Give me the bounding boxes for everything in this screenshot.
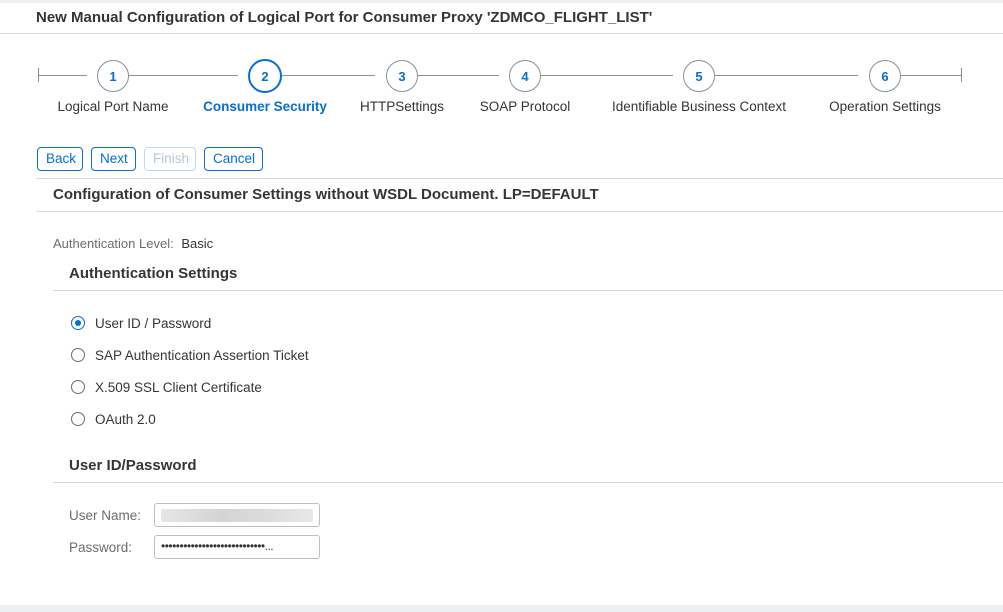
step-3-label[interactable]: HTTPSettings: [360, 99, 444, 114]
roadmap-line: [901, 75, 961, 76]
back-button[interactable]: Back: [37, 147, 83, 171]
authentication-level-value: Basic: [181, 236, 214, 251]
user-id-password-title: User ID/Password: [69, 457, 197, 474]
dialog-title: New Manual Configuration of Logical Port…: [36, 9, 653, 26]
radio-label: OAuth 2.0: [95, 411, 156, 427]
next-button[interactable]: Next: [91, 147, 136, 171]
username-input[interactable]: [154, 503, 320, 527]
wizard-roadmap: 1 2 3 4 5 6 Logical Port Name Consumer S…: [0, 55, 1003, 125]
step-4-circle[interactable]: 4: [509, 60, 541, 92]
radio-sap-assertion-ticket[interactable]: SAP Authentication Assertion Ticket: [71, 345, 309, 365]
dialog-header: New Manual Configuration of Logical Port…: [0, 3, 1003, 34]
radio-label: User ID / Password: [95, 315, 212, 331]
redacted-username: [161, 509, 313, 522]
divider: [53, 482, 1003, 483]
roadmap-line: [715, 75, 858, 76]
radio-user-id-password[interactable]: User ID / Password: [71, 313, 211, 333]
step-5-label[interactable]: Identifiable Business Context: [612, 99, 786, 114]
divider: [53, 290, 1003, 291]
step-6-circle[interactable]: 6: [869, 60, 901, 92]
password-input[interactable]: ••••••••••••••••••••••••••••...: [154, 535, 320, 559]
roadmap-line: [418, 75, 499, 76]
roadmap-end-cap: [961, 68, 962, 82]
step-5-circle[interactable]: 5: [683, 60, 715, 92]
password-label: Password:: [69, 540, 133, 555]
step-1-label[interactable]: Logical Port Name: [57, 99, 168, 114]
radio-button[interactable]: [71, 348, 85, 362]
roadmap-line: [38, 75, 87, 76]
bottom-strip: [0, 605, 1003, 612]
radio-button[interactable]: [71, 412, 85, 426]
authentication-level-label: Authentication Level:: [53, 236, 174, 251]
authentication-level: Authentication Level: Basic: [53, 236, 213, 251]
radio-x509-certificate[interactable]: X.509 SSL Client Certificate: [71, 377, 262, 397]
radio-button-checked[interactable]: [71, 316, 85, 330]
radio-button[interactable]: [71, 380, 85, 394]
section-title: Configuration of Consumer Settings witho…: [53, 186, 599, 203]
password-value: ••••••••••••••••••••••••••••...: [161, 539, 274, 553]
step-3-circle[interactable]: 3: [386, 60, 418, 92]
roadmap-line: [282, 75, 375, 76]
radio-label: X.509 SSL Client Certificate: [95, 379, 262, 395]
step-1-circle[interactable]: 1: [97, 60, 129, 92]
finish-button: Finish: [144, 147, 196, 171]
step-6-label[interactable]: Operation Settings: [829, 99, 941, 114]
authentication-settings-title: Authentication Settings: [69, 265, 238, 282]
step-2-label[interactable]: Consumer Security: [203, 99, 327, 114]
roadmap-line: [129, 75, 238, 76]
step-4-label[interactable]: SOAP Protocol: [480, 99, 571, 114]
roadmap-line: [541, 75, 673, 76]
cancel-button[interactable]: Cancel: [204, 147, 263, 171]
section-header: Configuration of Consumer Settings witho…: [36, 178, 1003, 212]
radio-oauth2[interactable]: OAuth 2.0: [71, 409, 156, 429]
username-label: User Name:: [69, 508, 142, 523]
step-2-circle[interactable]: 2: [248, 59, 282, 93]
radio-label: SAP Authentication Assertion Ticket: [95, 347, 309, 363]
